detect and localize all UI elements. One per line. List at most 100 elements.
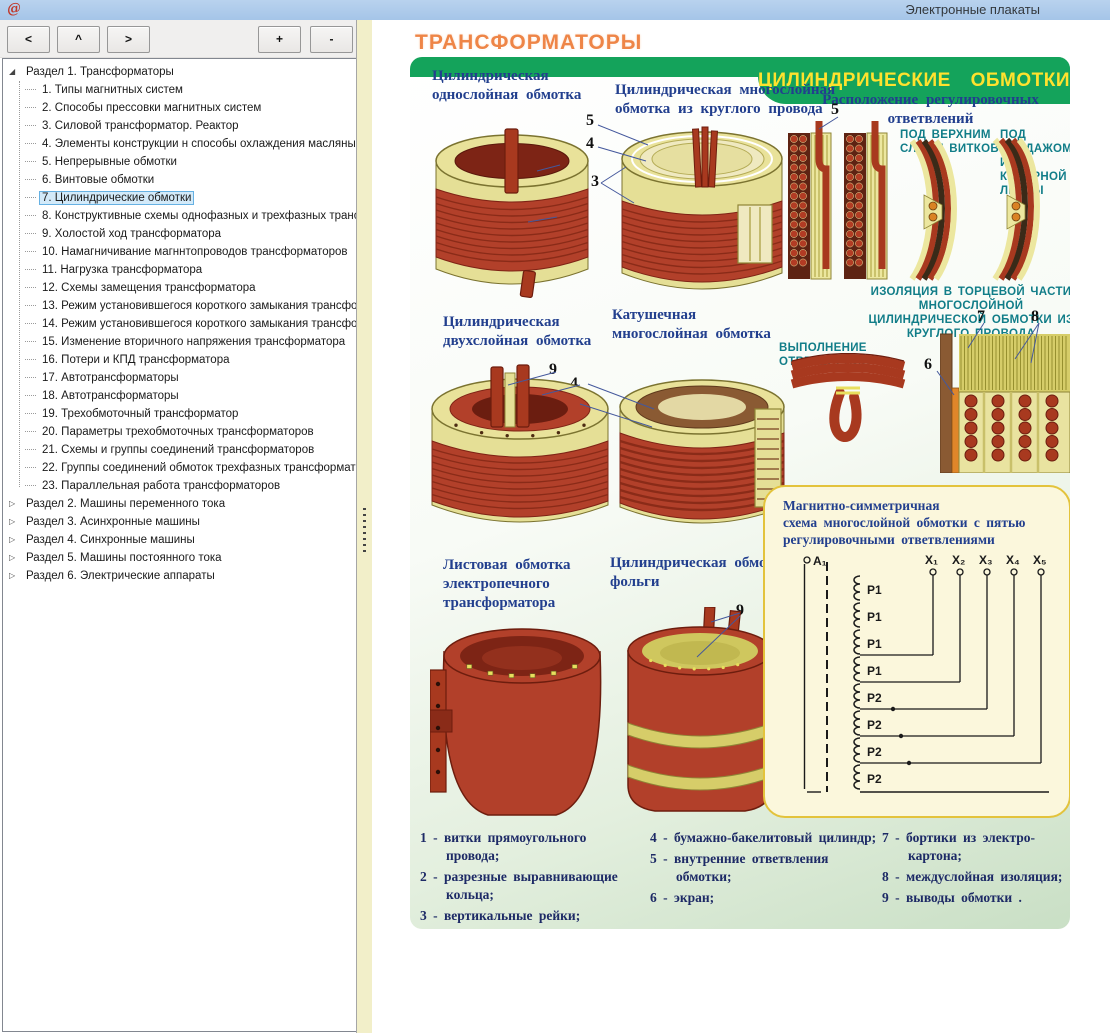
- back-button[interactable]: <: [7, 26, 50, 53]
- tree-section[interactable]: ▷Раздел 2. Машины переменного тока: [3, 495, 356, 513]
- splitter-grip-icon[interactable]: [363, 508, 366, 554]
- tree-guide: [25, 323, 36, 325]
- tree-item-label[interactable]: 13. Режим установившегося короткого замы…: [39, 299, 356, 313]
- tree-item-label[interactable]: 7. Цилиндрические обмотки: [39, 191, 194, 205]
- tree-guide: [25, 179, 36, 181]
- tree-guide: [25, 449, 36, 451]
- tree-item-label[interactable]: 20. Параметры трехобмоточных трансформат…: [39, 425, 317, 439]
- tree-section[interactable]: ▷Раздел 6. Электрические аппараты: [3, 567, 356, 585]
- up-button[interactable]: ^: [57, 26, 100, 53]
- legend-item: 1 - витки прямоугольного провода;: [420, 829, 642, 865]
- label-two-layer: Цилиндрическая двухслойная обмотка: [443, 313, 623, 351]
- tree-item[interactable]: 9. Холостой ход трансформатора: [3, 225, 356, 243]
- tree-guide: [25, 287, 36, 289]
- poster-brand-title: ТРАНСФОРМАТОРЫ: [415, 31, 642, 55]
- tree-item[interactable]: 22. Группы соединений обмоток трехфазных…: [3, 459, 356, 477]
- tree-item[interactable]: 20. Параметры трехобмоточных трансформат…: [3, 423, 356, 441]
- tree-guide: [25, 413, 36, 415]
- expander-collapsed-icon[interactable]: ▷: [9, 531, 21, 549]
- tap-terminal-label: X₂: [952, 553, 965, 567]
- tree-item[interactable]: 13. Режим установившегося короткого замы…: [3, 297, 356, 315]
- label-single-layer: Цилиндрическая однослойная обмотка: [432, 67, 597, 105]
- tree-item[interactable]: 23. Параллельная работа трансформаторов: [3, 477, 356, 495]
- tree-item[interactable]: 15. Изменение вторичного напряжения тран…: [3, 333, 356, 351]
- tree-item-label[interactable]: 23. Параллельная работа трансформаторов: [39, 479, 283, 493]
- tree-item[interactable]: 21. Схемы и группы соединений трансформа…: [3, 441, 356, 459]
- panel-splitter[interactable]: [356, 20, 373, 1033]
- tree-guide: [25, 485, 36, 487]
- tree-item[interactable]: 17. Автотрансформаторы: [3, 369, 356, 387]
- tree-item-label[interactable]: 18. Автотрансформаторы: [39, 389, 182, 403]
- tree-item[interactable]: 6. Винтовые обмотки: [3, 171, 356, 189]
- tree-item-label[interactable]: 12. Схемы замещения трансформатора: [39, 281, 259, 295]
- tree-item[interactable]: 4. Элементы конструкции н способы охлажд…: [3, 135, 356, 153]
- tree-item-label[interactable]: 3. Силовой трансформатор. Реактор: [39, 119, 242, 133]
- tree-item-label[interactable]: 17. Автотрансформаторы: [39, 371, 182, 385]
- poster-card: ЦИЛИНДРИЧЕСКИЕ ОБМОТКИ Цилиндрическая од…: [410, 57, 1070, 929]
- tree-item-label[interactable]: 2. Способы прессовки магнитных систем: [39, 101, 264, 115]
- tree-item-label[interactable]: 19. Трехобмоточный трансформатор: [39, 407, 241, 421]
- tree-item-label[interactable]: 21. Схемы и группы соединений трансформа…: [39, 443, 317, 457]
- tree-item-label[interactable]: 16. Потери и КПД трансформатора: [39, 353, 233, 367]
- tree-item[interactable]: 8. Конструктивные схемы однофазных и тре…: [3, 207, 356, 225]
- expander-collapsed-icon[interactable]: ▷: [9, 567, 21, 585]
- tree-guide: [25, 467, 36, 469]
- tree-item[interactable]: 2. Способы прессовки магнитных систем: [3, 99, 356, 117]
- tree-item-label[interactable]: 1. Типы магнитных систем: [39, 83, 186, 97]
- tree-item-label[interactable]: 5. Непрерывные обмотки: [39, 155, 180, 169]
- tree-item[interactable]: 1. Типы магнитных систем: [3, 81, 356, 99]
- expander-collapsed-icon[interactable]: ▷: [9, 495, 21, 513]
- tree-item-label[interactable]: 6. Винтовые обмотки: [39, 173, 157, 187]
- tree-item[interactable]: 10. Намагничивание магннтопроводов транс…: [3, 243, 356, 261]
- scheme-title-line: схема многослойной обмотки с пятью: [783, 514, 1069, 531]
- navigation-toolbar: < ^ > + -: [0, 20, 356, 58]
- legend-item: 5 - внутренние ответвления обмотки;: [650, 850, 878, 886]
- tree-item-label[interactable]: 9. Холостой ход трансформатора: [39, 227, 224, 241]
- tree-section[interactable]: ◢Раздел 1. Трансформаторы: [3, 63, 356, 81]
- tree-section[interactable]: ▷Раздел 5. Машины постоянного тока: [3, 549, 356, 567]
- tap-strips-illustration: [788, 119, 890, 284]
- tree-item-label[interactable]: 11. Нагрузка трансформатора: [39, 263, 205, 277]
- layer-cross-section-illustration: [940, 328, 1070, 473]
- expander-collapsed-icon[interactable]: ▷: [9, 513, 21, 531]
- expander-expanded-icon[interactable]: ◢: [9, 63, 21, 81]
- legend-item: 7 - бортики из электро- картона;: [882, 829, 1068, 865]
- coil-label: P2: [867, 691, 882, 705]
- scheme-title-line: Магнитно-симметричная: [783, 497, 1069, 514]
- tree-item-label[interactable]: 8. Конструктивные схемы однофазных и тре…: [39, 209, 356, 223]
- tree-section-label[interactable]: Раздел 6. Электрические аппараты: [23, 569, 218, 583]
- zoom-in-button[interactable]: +: [258, 26, 301, 53]
- tree-item[interactable]: 5. Непрерывные обмотки: [3, 153, 356, 171]
- tree-item[interactable]: 16. Потери и КПД трансформатора: [3, 351, 356, 369]
- tree-section-label[interactable]: Раздел 1. Трансформаторы: [23, 65, 177, 79]
- tree-item-label[interactable]: 22. Группы соединений обмоток трехфазных…: [39, 461, 356, 475]
- tree-guide: [25, 269, 36, 271]
- tree-section-label[interactable]: Раздел 3. Асинхронные машины: [23, 515, 203, 529]
- tree-section-label[interactable]: Раздел 4. Синхронные машины: [23, 533, 198, 547]
- tree-item[interactable]: 11. Нагрузка трансформатора: [3, 261, 356, 279]
- legend-item: 3 - вертикальные рейки;: [420, 907, 642, 925]
- coil-label: P2: [867, 745, 882, 759]
- tree-item-label[interactable]: 4. Элементы конструкции н способы охлажд…: [39, 137, 356, 151]
- tree-item-label[interactable]: 15. Изменение вторичного напряжения тран…: [39, 335, 348, 349]
- tree-section[interactable]: ▷Раздел 3. Асинхронные машины: [3, 513, 356, 531]
- tap-terminal-label: X₃: [979, 553, 993, 567]
- expander-collapsed-icon[interactable]: ▷: [9, 549, 21, 567]
- coil-label: P1: [867, 610, 882, 624]
- single-layer-winding-illustration: [425, 123, 600, 303]
- coil-label: P2: [867, 718, 882, 732]
- tree-item[interactable]: 7. Цилиндрические обмотки: [3, 189, 356, 207]
- tree-item[interactable]: 12. Схемы замещения трансформатора: [3, 279, 356, 297]
- tree-item[interactable]: 18. Автотрансформаторы: [3, 387, 356, 405]
- forward-button[interactable]: >: [107, 26, 150, 53]
- zoom-out-button[interactable]: -: [310, 26, 353, 53]
- tree-item-label[interactable]: 10. Намагничивание магннтопроводов транс…: [39, 245, 351, 259]
- tree-section-label[interactable]: Раздел 2. Машины переменного тока: [23, 497, 228, 511]
- tree-item[interactable]: 3. Силовой трансформатор. Реактор: [3, 117, 356, 135]
- tree-section[interactable]: ▷Раздел 4. Синхронные машины: [3, 531, 356, 549]
- tree-item[interactable]: 19. Трехобмоточный трансформатор: [3, 405, 356, 423]
- tree-item-label[interactable]: 14. Режим установившегося короткого замы…: [39, 317, 356, 331]
- tap-terminal-label: X₄: [1006, 553, 1020, 567]
- tree-section-label[interactable]: Раздел 5. Машины постоянного тока: [23, 551, 225, 565]
- tree-item[interactable]: 14. Режим установившегося короткого замы…: [3, 315, 356, 333]
